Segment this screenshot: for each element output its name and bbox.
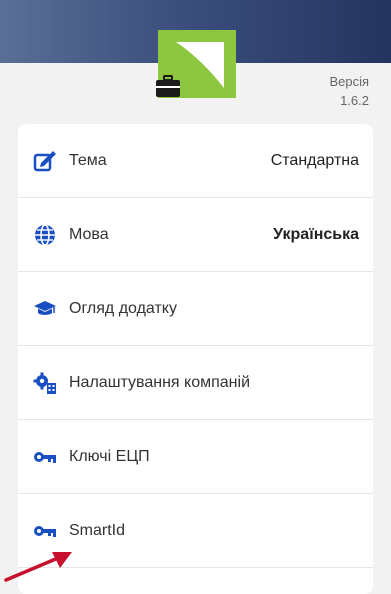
settings-item-language[interactable]: Мова Українська [18, 198, 373, 272]
settings-item-label: SmartId [69, 522, 126, 539]
settings-item-label: Тема [69, 152, 107, 169]
version-info: Версія 1.6.2 [329, 72, 369, 110]
version-number: 1.6.2 [340, 93, 369, 108]
key-icon [34, 526, 56, 537]
theme-edit-icon [33, 151, 56, 172]
settings-item-label: Ключі ЕЦП [69, 448, 150, 465]
briefcase-icon [156, 75, 180, 97]
language-value: Українська [273, 226, 359, 243]
graduation-cap-icon [34, 301, 56, 315]
settings-item-company-settings[interactable]: Налаштування компаній [18, 346, 373, 420]
settings-item-theme[interactable]: Тема Стандартна [18, 124, 373, 198]
settings-list: Тема Стандартна Мова Українська Огляд до… [18, 124, 373, 594]
settings-item-label: Налаштування компаній [69, 374, 250, 391]
settings-item-digital-signature-keys[interactable]: Ключі ЕЦП [18, 420, 373, 494]
annotation-arrow [4, 552, 72, 582]
settings-item-label: Мова [69, 226, 109, 243]
globe-icon [35, 224, 55, 246]
theme-value: Стандартна [270, 152, 359, 169]
key-icon [34, 452, 56, 463]
settings-item-label: Огляд додатку [69, 300, 177, 317]
settings-item-app-overview[interactable]: Огляд додатку [18, 272, 373, 346]
company-settings-icon [33, 372, 56, 394]
version-label: Версія [329, 74, 369, 89]
